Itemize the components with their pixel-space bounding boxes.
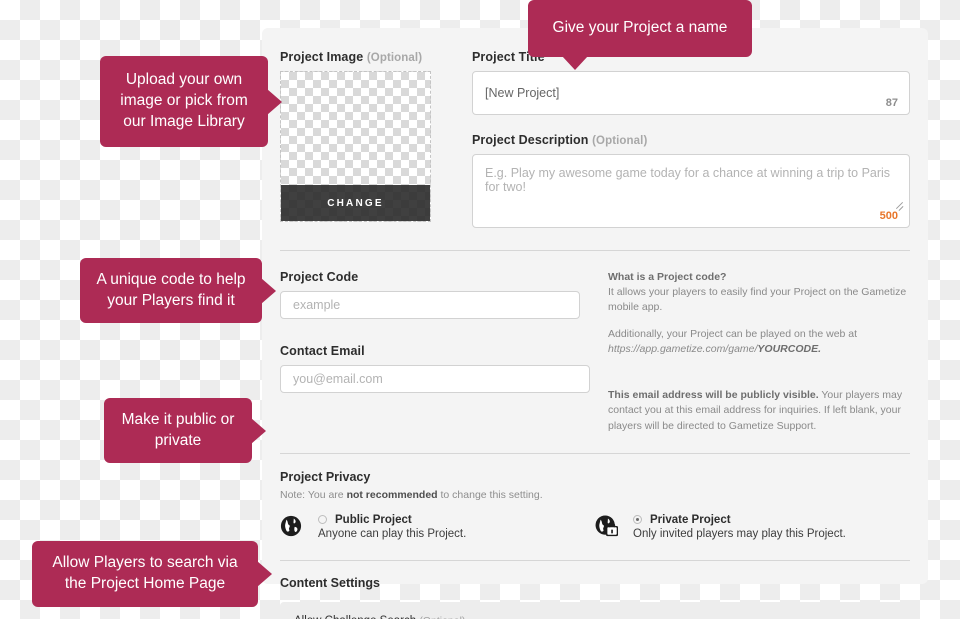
callout-tail-icon <box>562 56 588 70</box>
private-project-description: Only invited players may play this Proje… <box>633 527 846 540</box>
callout-tail-icon <box>261 277 276 304</box>
project-privacy-title: Project Privacy <box>280 469 371 484</box>
content-settings-title: Content Settings <box>280 575 380 590</box>
divider-1 <box>280 250 910 251</box>
project-settings-panel: Project Image (Optional) CHANGE Project … <box>262 28 928 619</box>
contact-email-input[interactable] <box>280 365 590 393</box>
project-code-help-line2: Additionally, your Project can be played… <box>608 327 858 340</box>
content-settings-section: Content Settings Allow Challenge Search … <box>280 576 910 619</box>
project-image-column: Project Image (Optional) CHANGE <box>280 50 452 228</box>
callout-challenge-search: Allow Players to search via the Project … <box>32 541 272 607</box>
image-and-title-row: Project Image (Optional) CHANGE Project … <box>280 50 910 228</box>
allow-challenge-search-optional: (Optional) <box>419 615 465 619</box>
callout-project-name: Give your Project a name <box>528 0 752 70</box>
privacy-public-body: Public Project Anyone can play this Proj… <box>318 514 595 540</box>
privacy-note-prefix: Note: You are <box>280 488 347 501</box>
project-privacy-section: Project Privacy Note: You are not recomm… <box>280 470 910 542</box>
privacy-public-radio-line[interactable]: Public Project <box>318 514 595 526</box>
privacy-private-radio-line[interactable]: Private Project <box>633 514 910 526</box>
privacy-note-suffix: to change this setting. <box>437 488 543 501</box>
globe-icon <box>280 514 306 542</box>
public-project-label: Public Project <box>335 513 412 526</box>
project-description-textarea[interactable] <box>472 154 910 228</box>
callout-project-code: A unique code to help your Players find … <box>80 258 276 323</box>
divider-2 <box>280 452 910 454</box>
project-title-wrap: 87 <box>472 71 910 115</box>
project-code-label: Project Code <box>280 270 359 284</box>
project-privacy-note: Note: You are not recommended to change … <box>280 489 910 501</box>
project-image-dropzone[interactable]: CHANGE <box>280 71 431 222</box>
callout-tail-icon <box>251 417 266 444</box>
project-code-input[interactable] <box>280 291 580 319</box>
allow-challenge-search-label-text: Allow Challenge Search <box>294 615 416 619</box>
project-description-wrap: 500 <box>472 154 910 228</box>
divider-3 <box>280 559 910 561</box>
globe-lock-icon <box>595 514 621 542</box>
private-project-radio[interactable] <box>633 515 642 525</box>
project-image-optional: (Optional) <box>366 52 423 64</box>
project-description-optional: (Optional) <box>592 135 648 147</box>
project-title-input[interactable] <box>472 71 910 115</box>
callout-upload-image: Upload your own image or pick from our I… <box>100 56 282 147</box>
contact-email-label: Contact Email <box>280 344 365 358</box>
public-project-radio[interactable] <box>318 515 327 525</box>
project-image-label: Project Image (Optional) <box>280 50 452 64</box>
project-code-url-prefix: https://app.gametize.com/game/ <box>608 342 758 355</box>
callout-privacy-text: Make it public or private <box>121 410 235 449</box>
allow-challenge-search-box: Allow Challenge Search (Optional) Yes, a… <box>280 601 910 619</box>
contact-email-help-bold: This email address will be publicly visi… <box>608 389 819 402</box>
callout-tail-icon <box>267 88 282 115</box>
callout-upload-image-text: Upload your own image or pick from our I… <box>120 71 248 130</box>
project-code-url-placeholder: YOURCODE. <box>757 342 822 355</box>
privacy-option-public[interactable]: Public Project Anyone can play this Proj… <box>280 514 595 542</box>
project-image-label-text: Project Image <box>280 50 364 64</box>
callout-challenge-search-text: Allow Players to search via the Project … <box>52 554 238 592</box>
project-code-help-line1: It allows your players to easily find yo… <box>608 286 907 314</box>
project-code-help-title: What is a Project code? <box>608 271 727 283</box>
public-project-description: Anyone can play this Project. <box>318 527 467 540</box>
project-code-help: What is a Project code? It allows your p… <box>608 270 910 357</box>
project-description-label-text: Project Description <box>472 133 589 147</box>
callout-project-code-text: A unique code to help your Players find … <box>96 270 246 309</box>
project-code-help-url: https://app.gametize.com/game/YOURCODE. <box>608 343 821 355</box>
privacy-private-body: Private Project Only invited players may… <box>633 514 910 540</box>
allow-challenge-search-label: Allow Challenge Search (Optional) <box>294 615 896 619</box>
privacy-options-row: Public Project Anyone can play this Proj… <box>280 514 910 542</box>
callout-privacy: Make it public or private <box>104 398 266 463</box>
title-description-column: Project Title 87 Project Description (Op… <box>452 50 910 228</box>
code-email-help-column: What is a Project code? It allows your p… <box>600 270 910 434</box>
callout-tail-icon <box>257 561 272 587</box>
project-description-label: Project Description (Optional) <box>472 133 910 147</box>
privacy-option-private[interactable]: Private Project Only invited players may… <box>595 514 910 542</box>
private-project-label: Private Project <box>650 513 731 526</box>
change-image-button[interactable]: CHANGE <box>281 185 430 221</box>
code-email-column: Project Code Contact Email <box>280 270 600 434</box>
contact-email-help: This email address will be publicly visi… <box>608 388 910 434</box>
privacy-note-bold: not recommended <box>346 488 438 501</box>
code-email-row: Project Code Contact Email What is a Pro… <box>280 270 910 434</box>
callout-project-name-text: Give your Project a name <box>552 19 728 37</box>
